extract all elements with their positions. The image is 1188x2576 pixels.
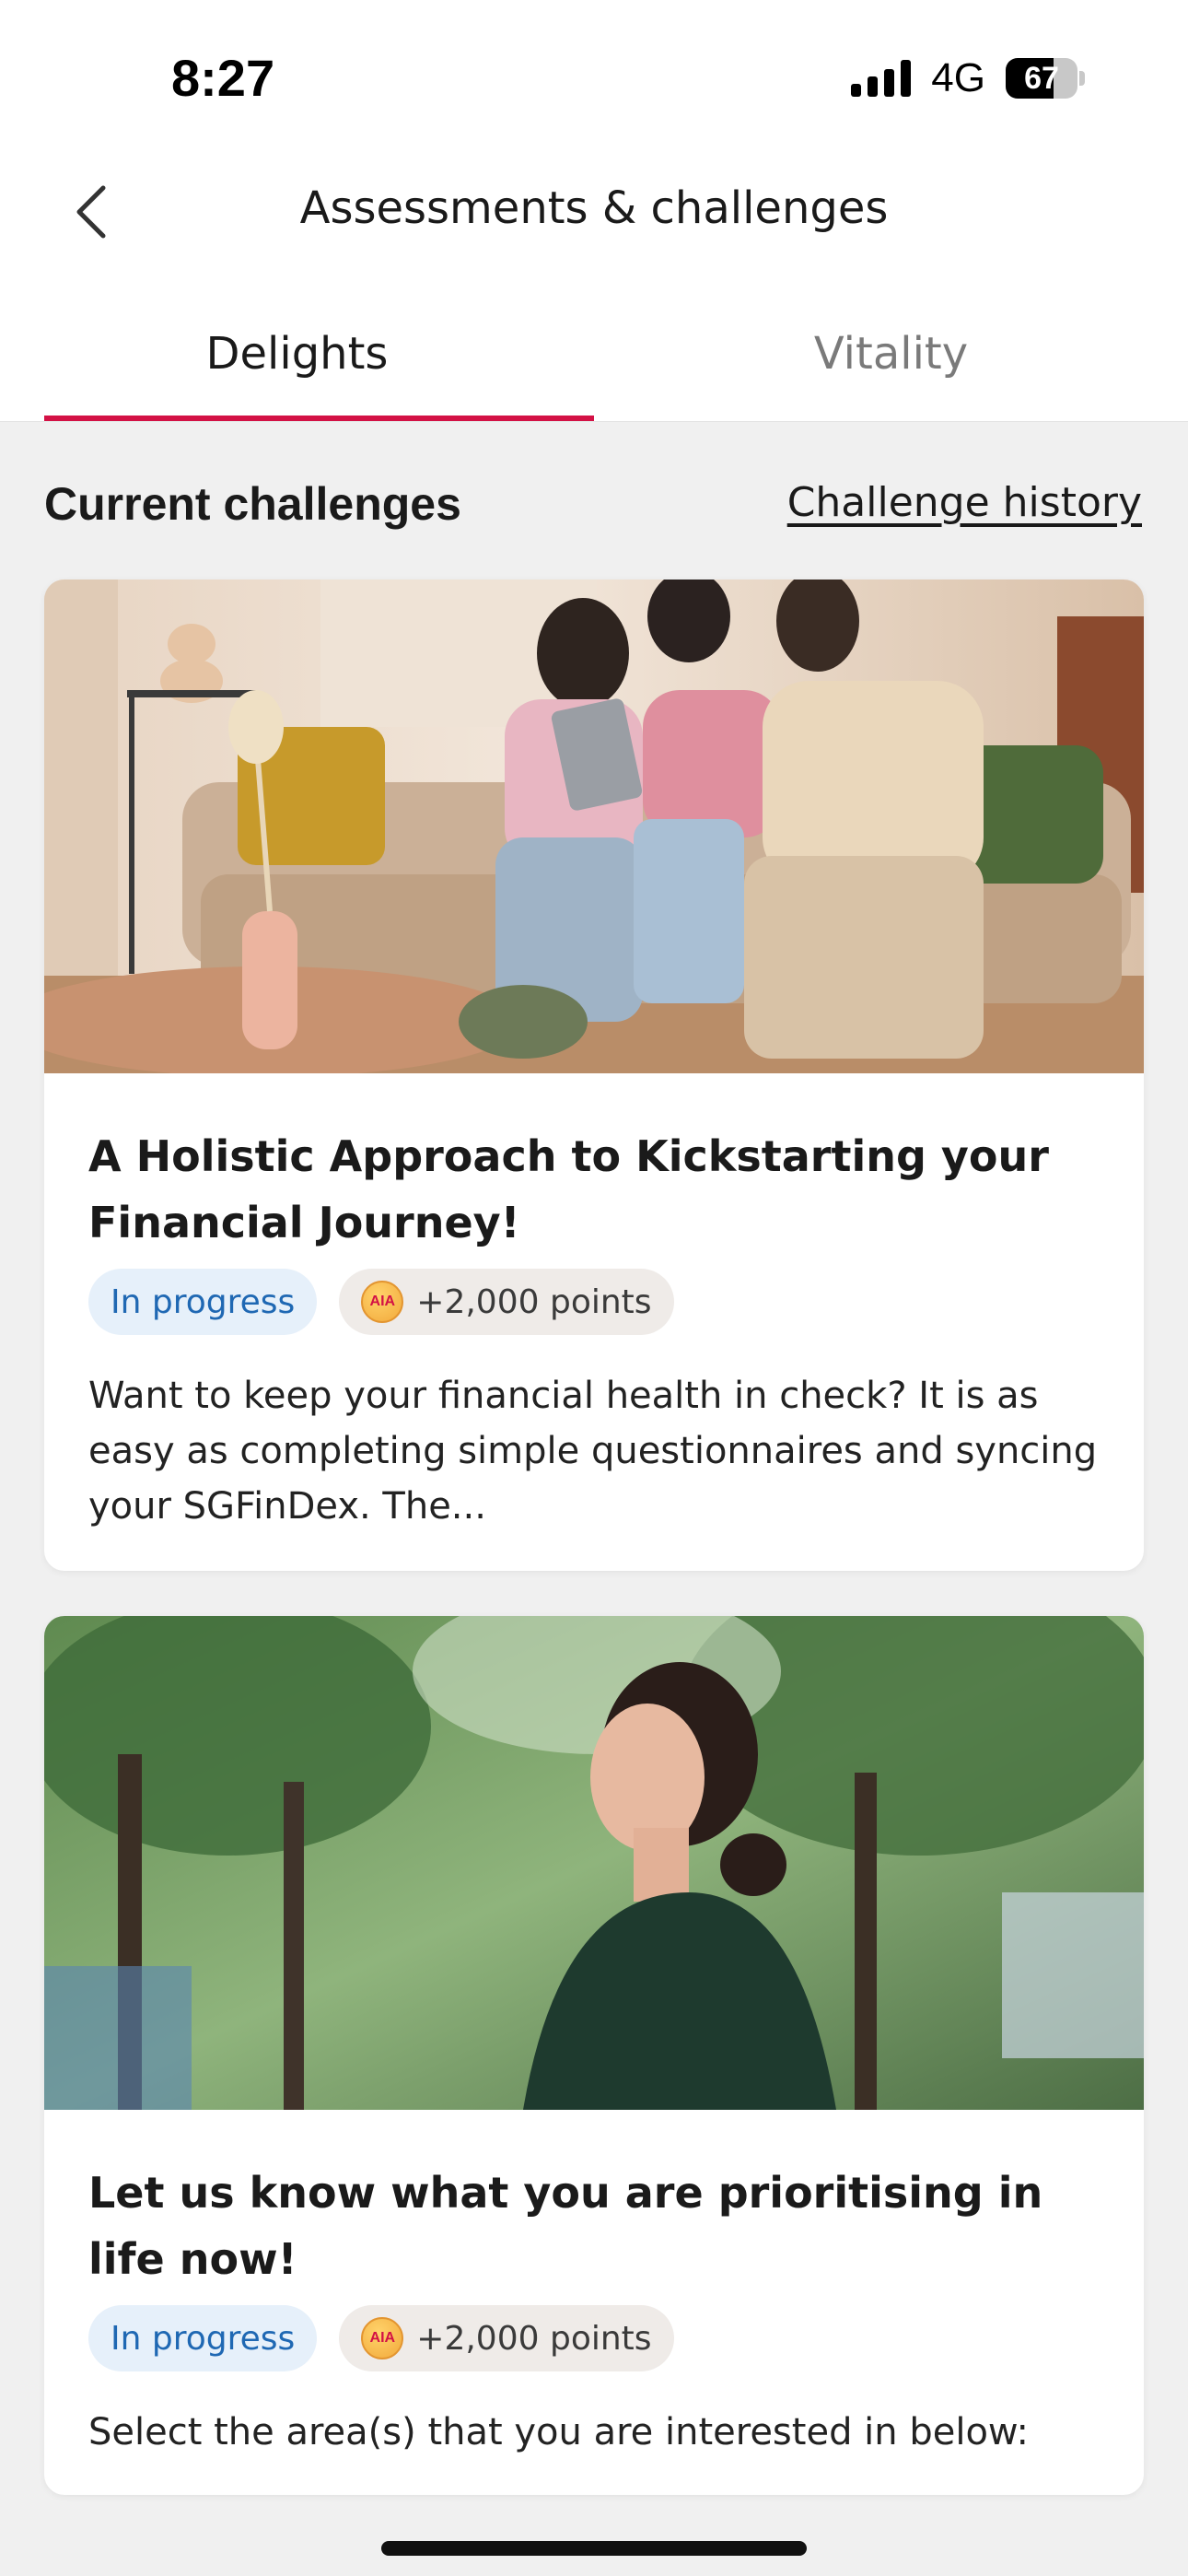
card-image-family <box>44 580 1144 1073</box>
status-badge-label: In progress <box>111 1282 296 1321</box>
card-image-woman-outdoors <box>44 1616 1144 2110</box>
page-title: Assessments & challenges <box>299 182 889 234</box>
badge-row: In progress AIA +2,000 points <box>88 1269 1100 1335</box>
battery-level: 67 <box>1024 60 1059 96</box>
status-badge: In progress <box>88 2305 318 2371</box>
points-label: +2,000 points <box>416 1282 652 1321</box>
card-body: A Holistic Approach to Kickstarting your… <box>44 1073 1144 1534</box>
card-body: Let us know what you are prioritising in… <box>44 2110 1144 2460</box>
aia-coin-icon: AIA <box>361 1281 404 1323</box>
aia-coin-icon: AIA <box>361 2317 404 2359</box>
status-indicators: 4G 67 <box>851 55 1085 101</box>
tab-label: Delights <box>205 328 389 380</box>
status-bar: 8:27 4G 67 <box>0 0 1188 138</box>
tab-vitality[interactable]: Vitality <box>594 286 1188 422</box>
home-indicator[interactable] <box>381 2541 807 2556</box>
points-label: +2,000 points <box>416 2319 652 2358</box>
challenge-history-link[interactable]: Challenge history <box>787 479 1142 526</box>
section-title: Current challenges <box>44 478 461 530</box>
card-title: A Holistic Approach to Kickstarting your… <box>88 1131 1049 1247</box>
network-label: 4G <box>931 55 985 100</box>
points-badge: AIA +2,000 points <box>339 2305 674 2371</box>
challenge-card[interactable]: Let us know what you are prioritising in… <box>44 1616 1144 2495</box>
tab-delights[interactable]: Delights <box>0 286 594 422</box>
header: Assessments & challenges <box>0 138 1188 286</box>
status-time: 8:27 <box>171 49 275 107</box>
badge-row: In progress AIA +2,000 points <box>88 2305 1100 2371</box>
card-title: Let us know what you are prioritising in… <box>88 2168 1043 2284</box>
status-badge: In progress <box>88 1269 318 1335</box>
points-badge: AIA +2,000 points <box>339 1269 674 1335</box>
active-tab-indicator <box>44 416 594 421</box>
challenge-card[interactable]: A Holistic Approach to Kickstarting your… <box>44 580 1144 1571</box>
card-description: Select the area(s) that you are interest… <box>88 2411 1029 2453</box>
tab-bar: Delights Vitality <box>0 286 1188 422</box>
screen: 8:27 4G 67 Assessments & challenges Deli… <box>0 0 1188 2576</box>
card-description: Want to keep your financial health in ch… <box>88 1375 1098 1528</box>
tab-label: Vitality <box>813 328 969 380</box>
battery-icon: 67 <box>1006 58 1085 99</box>
signal-icon <box>851 60 912 97</box>
status-badge-label: In progress <box>111 2319 296 2358</box>
